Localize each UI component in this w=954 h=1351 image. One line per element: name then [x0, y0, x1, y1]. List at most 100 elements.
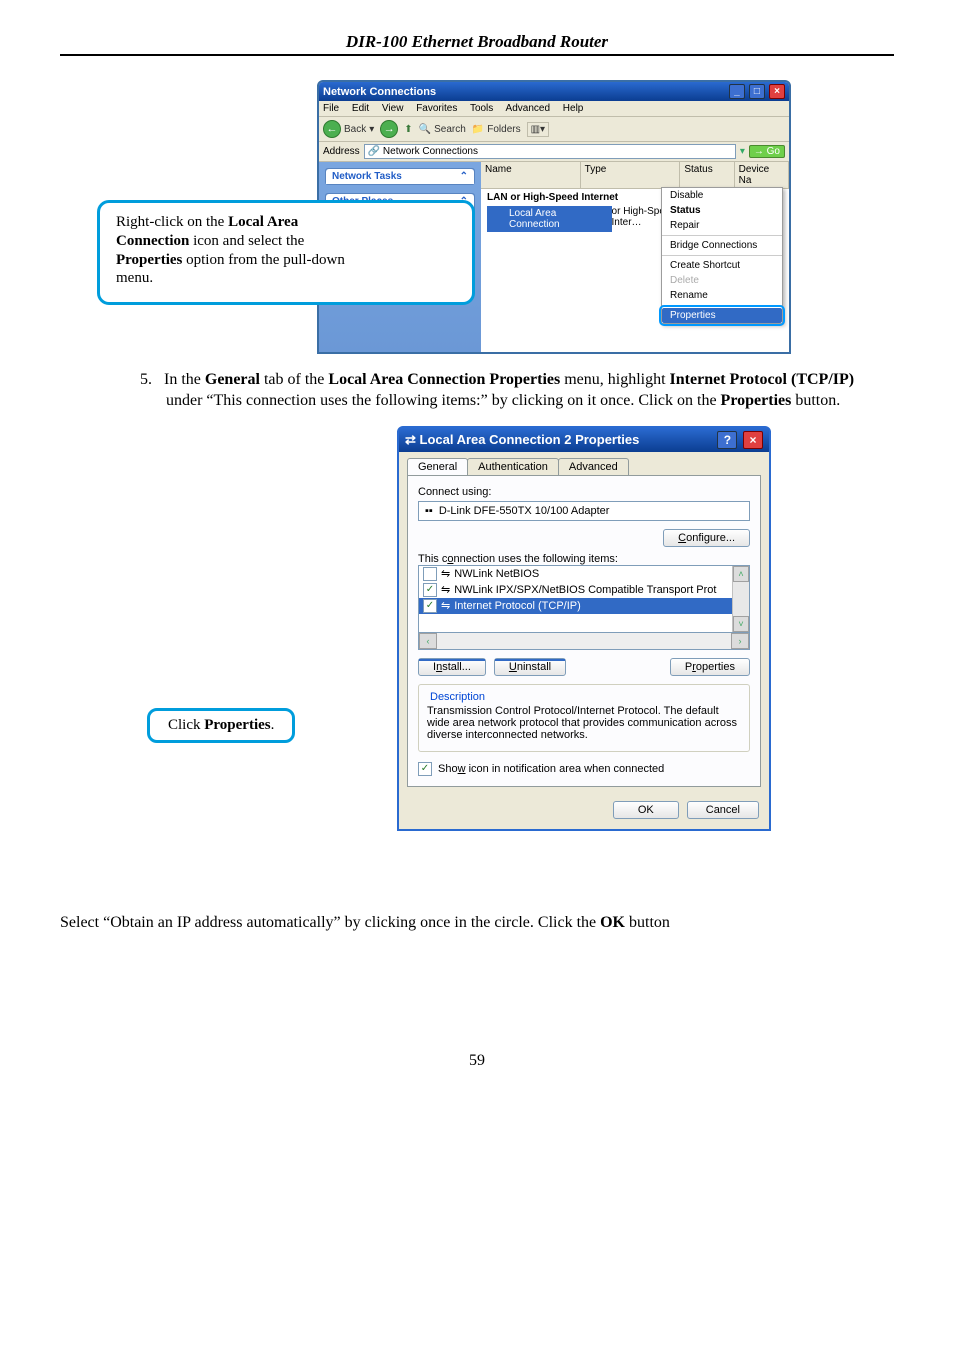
protocol-icon: ⇋ [441, 583, 450, 596]
description-legend: Description [427, 691, 488, 703]
final-instruction: Select “Obtain an IP address automatical… [60, 914, 894, 932]
up-button[interactable]: ⬆ [404, 124, 412, 135]
search-button[interactable]: 🔍 Search [419, 124, 466, 135]
uninstall-button[interactable]: Uninstall [494, 658, 566, 676]
callout1-b1: Local Area [228, 214, 298, 230]
address-dropdown-icon[interactable]: ▾ [740, 146, 745, 157]
back-button[interactable]: ←Back ▾ [323, 120, 374, 138]
help-button[interactable]: ? [717, 431, 737, 449]
dialog-buttons: OK Cancel [399, 795, 769, 829]
show-icon-row[interactable]: ✓ Show icon in notification area when co… [418, 762, 750, 776]
final-t1: Select “Obtain an IP address automatical… [60, 914, 600, 931]
protocol-icon: ⇋ [441, 599, 450, 612]
context-menu: Disable Status Repair Bridge Connections… [661, 187, 783, 324]
minimize-button[interactable]: _ [729, 84, 745, 99]
final-ok: OK [600, 914, 625, 931]
ctx-delete: Delete [662, 273, 782, 288]
scroll-left-icon[interactable]: ‹ [419, 633, 437, 649]
tab-authentication[interactable]: Authentication [467, 458, 559, 475]
listbox-scrollbar-horizontal[interactable]: ‹ › [418, 633, 750, 650]
tab-general[interactable]: General [407, 458, 468, 475]
figure-properties-dialog: ⇄ Local Area Connection 2 Properties ? ×… [147, 426, 807, 896]
connect-using-label: Connect using: [418, 486, 750, 498]
ctx-disable[interactable]: Disable [662, 188, 782, 203]
close-button[interactable]: × [769, 84, 785, 99]
dialog-title: Local Area Connection 2 Properties [420, 432, 640, 447]
ctx-properties[interactable]: Properties [662, 308, 782, 323]
scroll-down-icon[interactable]: ˅ [733, 616, 749, 632]
checkbox-checked[interactable]: ✓ [423, 583, 437, 597]
menu-edit[interactable]: Edit [352, 103, 369, 114]
menu-favorites[interactable]: Favorites [416, 103, 457, 114]
nc-listview: Name Type Status Device Na LAN or High-S… [481, 162, 789, 352]
menu-view[interactable]: View [382, 103, 404, 114]
nc-toolbar: ←Back ▾ → ⬆ 🔍 Search 📁 Folders ▥▾ [319, 117, 789, 142]
menu-help[interactable]: Help [563, 103, 584, 114]
cancel-button[interactable]: Cancel [687, 801, 759, 819]
items-listbox[interactable]: ⇋NWLink NetBIOS ✓ ⇋ NWLink IPX/SPX/NetBIOS… [418, 565, 750, 633]
panel-collapse-icon[interactable]: ⌃ [460, 171, 468, 182]
callout1-t4: menu. [116, 270, 153, 286]
tabstrip: General Authentication Advanced [399, 452, 769, 475]
nc-title: Network Connections [323, 86, 436, 98]
tab-advanced[interactable]: Advanced [558, 458, 629, 475]
item-nwlink-netbios[interactable]: ⇋NWLink NetBIOS [419, 566, 749, 582]
callout1-b3: Properties [116, 252, 182, 268]
col-type[interactable]: Type [581, 162, 681, 188]
callout2-post: . [271, 717, 275, 733]
scroll-right-icon[interactable]: › [731, 633, 749, 649]
address-label: Address [323, 146, 360, 157]
nwlink-ipx-label: NWLink IPX/SPX/NetBIOS Compatible Transp… [454, 584, 716, 596]
menu-advanced[interactable]: Advanced [506, 103, 550, 114]
tcpip-label: Internet Protocol (TCP/IP) [454, 600, 581, 612]
close-button[interactable]: × [743, 431, 763, 449]
description-group: Description Transmission Control Protoco… [418, 684, 750, 752]
callout-right-click: Right-click on the Local Area Connection… [97, 200, 475, 305]
col-status[interactable]: Status [680, 162, 734, 188]
step5-t1: In the [164, 371, 205, 388]
install-button[interactable]: Install... [418, 658, 486, 676]
col-name[interactable]: Name [481, 162, 581, 188]
callout2-bold: Properties [204, 717, 270, 733]
go-button[interactable]: → Go [749, 145, 785, 158]
ok-button[interactable]: OK [613, 801, 679, 819]
ctx-bridge[interactable]: Bridge Connections [662, 238, 782, 253]
callout1-t3: option from the pull-down [182, 252, 344, 268]
show-icon-label: Show icon in notification area when conn… [438, 763, 664, 775]
item-tcpip[interactable]: ✓ ⇋ Internet Protocol (TCP/IP) [419, 598, 749, 614]
address-input[interactable]: 🔗 Network Connections [364, 144, 736, 159]
step-5-text: 5. In the General tab of the Local Area … [140, 370, 894, 412]
views-button[interactable]: ▥▾ [527, 122, 549, 137]
scroll-up-icon[interactable]: ˄ [733, 566, 749, 582]
checkbox-checked[interactable]: ✓ [423, 599, 437, 613]
forward-button[interactable]: → [380, 120, 398, 138]
menu-tools[interactable]: Tools [470, 103, 493, 114]
ctx-status[interactable]: Status [662, 203, 782, 218]
step5-lacp: Local Area Connection Properties [328, 371, 560, 388]
checkbox-unchecked[interactable] [423, 567, 437, 581]
ctx-shortcut[interactable]: Create Shortcut [662, 258, 782, 273]
col-device[interactable]: Device Na [735, 162, 789, 188]
listbox-scrollbar-vertical[interactable]: ˄ ˅ [732, 566, 749, 632]
folders-button[interactable]: 📁 Folders [472, 124, 521, 135]
adapter-name: D-Link DFE-550TX 10/100 Adapter [439, 505, 610, 517]
ctx-rename[interactable]: Rename [662, 288, 782, 303]
panel-network-tasks-title: Network Tasks [332, 171, 402, 182]
search-label: Search [434, 124, 466, 135]
step5-t5: button. [791, 392, 840, 409]
menu-file[interactable]: File [323, 103, 339, 114]
maximize-button[interactable]: □ [749, 84, 765, 99]
step5-props: Properties [721, 392, 792, 409]
item-nwlink-ipx[interactable]: ✓ ⇋ NWLink IPX/SPX/NetBIOS Compatible Tran… [419, 582, 749, 598]
nc-column-headers: Name Type Status Device Na [481, 162, 789, 189]
folders-label: Folders [487, 124, 520, 135]
doc-header-title: DIR-100 Ethernet Broadband Router [60, 32, 894, 52]
properties-button[interactable]: Properties [670, 658, 750, 676]
window-controls: _ □ × [728, 84, 785, 99]
tab-panel-general: Connect using: ▪▪ D-Link DFE-550TX 10/10… [407, 475, 761, 787]
configure-button[interactable]: Configure... [663, 529, 750, 547]
ctx-repair[interactable]: Repair [662, 218, 782, 233]
item-local-area-connection[interactable]: Local Area Connection [487, 206, 612, 232]
connection-icon: ⇄ [405, 432, 416, 447]
show-icon-checkbox[interactable]: ✓ [418, 762, 432, 776]
